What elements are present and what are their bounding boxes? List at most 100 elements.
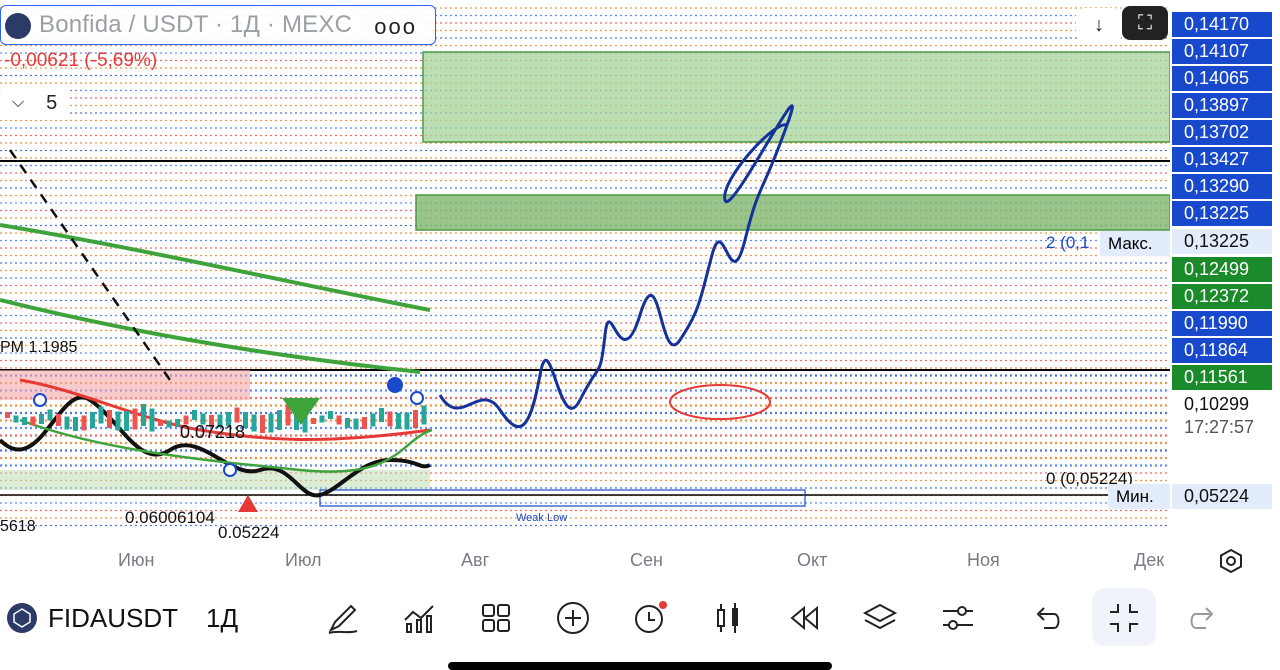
candle [234, 407, 240, 423]
candle [260, 415, 265, 433]
price-scale-label: 0,14107 [1172, 39, 1272, 64]
candle [396, 413, 401, 429]
time-label: Июл [285, 550, 322, 570]
time-label: Июн [118, 550, 155, 570]
collapse-icon[interactable] [1106, 600, 1142, 636]
symbol-search-bar[interactable]: Bonfida / USDT · 1Д · MEXC ooo [0, 5, 436, 45]
candle [107, 410, 112, 428]
candle [166, 420, 172, 428]
candle [277, 410, 282, 430]
fida-logo-icon [7, 603, 37, 633]
weak-low-box[interactable] [319, 489, 806, 507]
redo-icon[interactable] [1184, 600, 1220, 636]
marker-circle-3[interactable] [223, 463, 237, 477]
demand-zone [0, 470, 430, 490]
interval-selector[interactable]: ⌵ 5 [0, 86, 68, 120]
candle [345, 418, 350, 428]
time-label: Дек [1134, 550, 1165, 570]
price-scale-label: 0,12499 [1172, 257, 1272, 282]
more-menu-icon[interactable]: ooo [374, 14, 417, 40]
candle [39, 414, 44, 424]
time-label: Окт [797, 550, 828, 570]
candle [311, 418, 316, 424]
settings-icon[interactable] [1218, 548, 1244, 574]
candle [56, 414, 61, 426]
target-zone-upper[interactable] [422, 51, 1170, 143]
price-change: -0,00621 (-5,69%) [4, 50, 158, 71]
time-label: Сен [630, 550, 663, 570]
max-label: Макс. [1100, 231, 1170, 256]
time-label: Ноя [967, 550, 1000, 570]
marker-circle[interactable] [410, 391, 424, 405]
candle [319, 415, 325, 423]
price-scale-label: 0,13702 [1172, 120, 1272, 145]
marker-circle-2[interactable] [33, 393, 47, 407]
price-scale-label: 0,13225 [1172, 229, 1272, 254]
marker-dot[interactable] [387, 377, 403, 393]
ma-200-line [0, 223, 431, 312]
price-scale-label: 17:27:57 [1172, 415, 1272, 440]
layers-icon[interactable] [862, 600, 898, 636]
candle [353, 418, 359, 430]
candle [158, 420, 163, 426]
ma-100-line [0, 298, 421, 374]
layout-grid-icon[interactable] [478, 600, 514, 636]
add-icon[interactable] [555, 600, 591, 636]
min-label: Мин. [1108, 484, 1170, 509]
undo-icon[interactable] [1030, 600, 1066, 636]
price-scale-label: 0,11561 [1172, 365, 1272, 390]
price-scale-label: 0,13225 [1172, 201, 1272, 226]
fib-label-2: 2 (0,1 [1046, 233, 1089, 252]
candle [81, 415, 87, 431]
pen-icon[interactable] [325, 600, 361, 636]
candle [90, 412, 95, 428]
symbol-title: Bonfida / USDT · 1Д · MEXC [39, 11, 353, 38]
settings-sliders-icon[interactable] [940, 600, 976, 636]
bonfida-logo-icon [5, 13, 31, 39]
candle [22, 417, 27, 425]
candle [149, 408, 155, 432]
price-scale-label: 0,13897 [1172, 93, 1272, 118]
chevron-down-icon: ⌵ [12, 94, 25, 111]
candle [5, 412, 10, 418]
price-scale-label: 0,13427 [1172, 147, 1272, 172]
candle [13, 415, 19, 423]
candle [387, 411, 393, 427]
price-scale-label: 0,10299 [1172, 392, 1272, 417]
alert-clock-icon[interactable] [632, 600, 668, 636]
candle [64, 416, 70, 430]
candle [124, 411, 129, 431]
candle [192, 410, 197, 420]
candle [413, 410, 418, 428]
indicators-icon[interactable] [401, 600, 437, 636]
forecast-drawing[interactable] [438, 104, 794, 429]
price-label-072: 0.07218 [180, 422, 245, 442]
candle [328, 411, 333, 419]
fullscreen-button[interactable]: ⛶ [1122, 6, 1168, 40]
replay-icon[interactable] [786, 600, 822, 636]
candle [370, 413, 376, 427]
candle [98, 406, 104, 424]
left-price-label: 5618 [0, 518, 36, 535]
candle [362, 417, 367, 429]
pm-label: PM 1.1985 [0, 339, 77, 356]
price-scale-label: 0,13290 [1172, 174, 1272, 199]
bottom-interval[interactable]: 1Д [206, 603, 238, 634]
candle [251, 414, 257, 432]
chart-canvas[interactable]: Weak Low 0.07218 0.06006104 0.05224 PM 1… [0, 0, 1170, 545]
candle [379, 408, 384, 422]
bottom-symbol[interactable]: FIDAUSDT [48, 603, 178, 634]
interval-value: 5 [46, 91, 58, 114]
candle [132, 408, 138, 430]
download-button[interactable]: ↓ [1076, 8, 1122, 42]
home-indicator [448, 662, 832, 670]
candle [30, 416, 36, 426]
candle [268, 413, 274, 433]
candle [336, 415, 342, 425]
candles-icon[interactable] [710, 600, 746, 636]
candle [73, 417, 78, 431]
price-scale-label: 0,11990 [1172, 311, 1272, 336]
target-zone-lower[interactable] [415, 194, 1170, 231]
price-label-052: 0.05224 [218, 523, 279, 542]
chart-area[interactable]: Weak Low 0.07218 0.06006104 0.05224 PM 1… [0, 0, 1170, 545]
